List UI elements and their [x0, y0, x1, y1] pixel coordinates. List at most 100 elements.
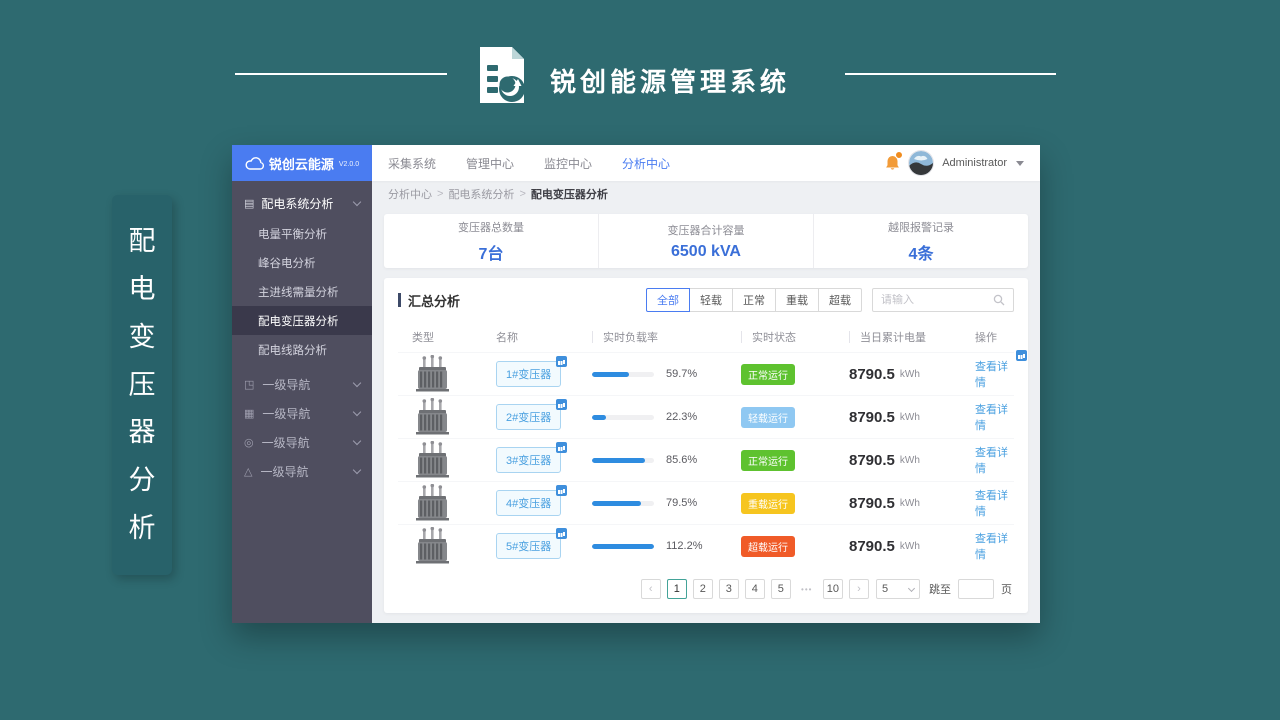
pagination-button[interactable]: 10: [822, 579, 843, 599]
submenu-label: 配电线路分析: [258, 344, 327, 357]
stat-item: 越限报警记录 4条: [813, 214, 1028, 268]
status-badge: 正常运行: [741, 449, 795, 471]
mini-chart-badge-icon: [556, 485, 568, 496]
page-title: 锐创能源管理系统: [550, 67, 791, 97]
breadcrumb-label[interactable]: 配电变压器分析: [531, 186, 608, 202]
nav-group-icon: ◳: [244, 379, 255, 391]
table-header-label: 实时状态: [752, 332, 796, 344]
top-nav-item[interactable]: 管理中心: [466, 155, 514, 172]
cell-load: 85.6%: [583, 454, 733, 466]
sidebar-item-nav-group[interactable]: ◳ 一级导航: [232, 370, 372, 399]
section-title-text: 汇总分析: [408, 293, 461, 309]
cell-name: 1#变压器: [488, 356, 583, 387]
sidebar-submenu-item[interactable]: 配电线路分析: [232, 335, 372, 364]
view-details-link[interactable]: 查看详情: [975, 530, 1014, 562]
jump-page-input[interactable]: [958, 579, 994, 599]
transformer-name-tag[interactable]: 1#变压器: [496, 356, 568, 387]
load-percent: 85.6%: [666, 454, 698, 466]
sidebar-item-nav-group[interactable]: △ 一级导航: [232, 457, 372, 486]
pagination-button[interactable]: 4: [744, 579, 765, 599]
pagination-button[interactable]: 1: [666, 579, 687, 599]
top-nav-item[interactable]: 监控中心: [544, 155, 592, 172]
transformer-name-tag[interactable]: 3#变压器: [496, 442, 568, 473]
mini-chart-badge-icon: [556, 528, 568, 539]
sidebar-submenu-item[interactable]: 峰谷电分析: [232, 248, 372, 277]
pagination-button[interactable]: 3: [718, 579, 739, 599]
breadcrumb-item: 配电系统分析 >: [448, 186, 530, 202]
transformer-name-tag[interactable]: 4#变压器: [496, 485, 568, 516]
cell-energy: 8790.5 kWh: [841, 409, 963, 426]
app-window: 锐创云能源 V2.0.0 ▤ 配电系统分析 电量平衡分析 峰谷电分析 主进线需量…: [232, 145, 1040, 623]
view-details-label: 查看详情: [975, 533, 1008, 561]
filter-button[interactable]: 重载: [775, 288, 819, 312]
top-nav-item[interactable]: 分析中心: [622, 155, 670, 172]
page-unit-label: 页: [1001, 584, 1012, 596]
notification-bell-icon[interactable]: [885, 151, 904, 171]
breadcrumb-label[interactable]: 分析中心: [388, 186, 432, 202]
sidebar-item-nav-group[interactable]: ▦ 一级导航: [232, 399, 372, 428]
chevron-down-icon: [352, 465, 362, 475]
breadcrumb-item: 配电变压器分析: [531, 186, 618, 202]
view-details-link[interactable]: 查看详情: [975, 401, 1014, 433]
filter-button[interactable]: 正常: [732, 288, 776, 312]
chevron-down-icon[interactable]: [1016, 160, 1024, 170]
table-header-label: 类型: [412, 332, 434, 344]
pagination-button[interactable]: 5: [770, 579, 791, 599]
main-content: 采集系统 管理中心 监控中心 分析中心 Administrator 分析中心 >…: [372, 145, 1040, 623]
document-refresh-icon: [474, 46, 530, 109]
chevron-down-icon: [907, 584, 916, 592]
table-row: 3#变压器 85.6% 正常运行 8790.5 kWh 查看详情: [398, 438, 1014, 481]
search-input[interactable]: [881, 294, 993, 306]
search-box[interactable]: [872, 288, 1014, 312]
load-progress-track: [592, 457, 654, 463]
view-details-link[interactable]: 查看详情: [975, 350, 1027, 390]
chevron-down-icon: [352, 436, 362, 446]
pagination-button[interactable]: 2: [692, 579, 713, 599]
submenu-label: 主进线需量分析: [258, 286, 339, 299]
avatar[interactable]: [909, 151, 934, 175]
table-header-cell: 当日累计电量: [841, 329, 963, 345]
load-progress-fill: [592, 414, 606, 420]
banner-char: 变: [128, 321, 156, 352]
transformer-name-tag[interactable]: 5#变压器: [496, 528, 568, 559]
search-icon[interactable]: [993, 294, 1005, 306]
nav-group-label: 一级导航: [262, 407, 311, 421]
load-progress-fill: [592, 457, 646, 463]
banner-char: 电: [128, 273, 156, 304]
pagination-button[interactable]: ‹: [640, 579, 661, 599]
sidebar-submenu-item[interactable]: 主进线需量分析: [232, 277, 372, 306]
sidebar-item-power-distribution-analysis[interactable]: ▤ 配电系统分析: [232, 187, 372, 219]
nav-group-icon: ▦: [244, 408, 255, 420]
nav-group-label: 一级导航: [262, 378, 311, 392]
sidebar-submenu-item[interactable]: 电量平衡分析: [232, 219, 372, 248]
breadcrumb-label[interactable]: 配电系统分析: [448, 186, 514, 202]
status-badge: 正常运行: [741, 363, 795, 385]
pagination: ‹ 1 2 3 4 5 ••• 10 ›: [640, 579, 869, 599]
table-header-cell: 实时负载率: [583, 329, 733, 345]
sidebar-item-nav-group[interactable]: ◎ 一级导航: [232, 428, 372, 457]
view-details-link[interactable]: 查看详情: [975, 487, 1014, 519]
top-nav-item[interactable]: 采集系统: [388, 155, 436, 172]
pagination-button[interactable]: ›: [849, 579, 869, 599]
cell-action: 查看详情: [963, 350, 1027, 390]
nav-group-icon: ◎: [244, 437, 254, 449]
nav-group-label: 一级导航: [260, 465, 309, 479]
stat-value: 4条: [908, 245, 934, 263]
pagination-button[interactable]: •••: [797, 579, 817, 599]
page-size-select[interactable]: 5: [876, 579, 920, 599]
view-details-link[interactable]: 查看详情: [975, 444, 1014, 476]
energy-unit: kWh: [899, 368, 920, 380]
cell-action: 查看详情: [963, 401, 1014, 433]
filter-button[interactable]: 轻载: [689, 288, 733, 312]
transformer-name-tag[interactable]: 2#变压器: [496, 399, 568, 430]
table-row: 4#变压器 79.5% 重载运行 8790.5 kWh 查看详情: [398, 481, 1014, 524]
energy-value: 8790.5: [849, 451, 895, 469]
cell-load: 59.7%: [583, 368, 733, 380]
logo-text: 锐创云能源: [268, 156, 334, 172]
filter-button[interactable]: 超载: [818, 288, 862, 312]
filter-button[interactable]: 全部: [646, 288, 690, 312]
transformer-image: [412, 527, 452, 565]
cell-type: [398, 527, 488, 565]
section-title-accent-bar: [398, 293, 401, 307]
sidebar-submenu-item[interactable]: 配电变压器分析: [232, 306, 372, 335]
